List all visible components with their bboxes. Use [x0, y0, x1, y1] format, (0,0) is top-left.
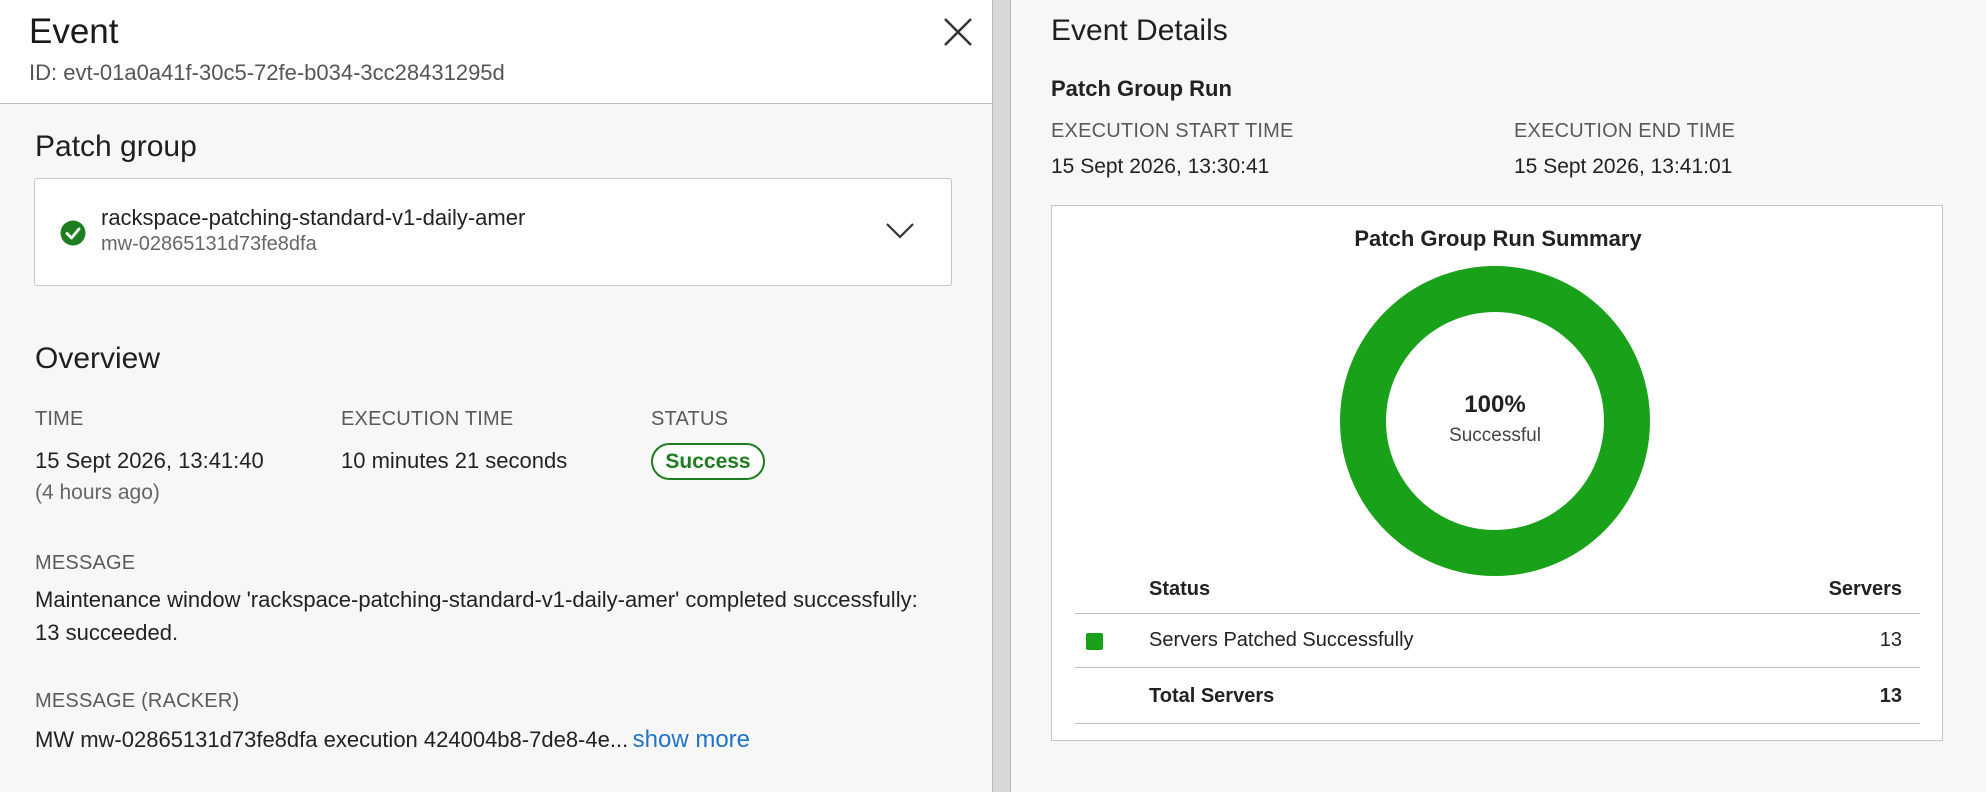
close-icon — [944, 18, 972, 46]
end-time-value: 15 Sept 2026, 13:41:01 — [1514, 155, 1733, 178]
row-status: Servers Patched Successfully — [1149, 629, 1414, 651]
racker-message: MW mw-02865131d73fe8dfa execution 424004… — [35, 726, 975, 754]
event-details-panel: Event Details Patch Group Run EXECUTION … — [1010, 0, 1986, 792]
show-more-link[interactable]: show more — [633, 726, 750, 753]
end-time-label: EXECUTION END TIME — [1514, 120, 1736, 142]
time-label: TIME — [35, 408, 84, 430]
message-label: MESSAGE — [35, 552, 136, 574]
time-relative: (4 hours ago) — [35, 481, 160, 504]
chevron-down-icon — [886, 223, 914, 239]
event-id: ID: evt-01a0a41f-30c5-72fe-b034-3cc28431… — [29, 60, 505, 85]
status-label: STATUS — [651, 408, 729, 430]
servers-column-header: Servers — [1828, 578, 1902, 600]
patch-group-run-title: Patch Group Run — [1051, 76, 1232, 101]
status-column-header: Status — [1149, 578, 1211, 600]
overview-title: Overview — [35, 342, 161, 375]
event-details-title: Event Details — [1051, 14, 1228, 47]
summary-table-header: Status Servers — [1075, 570, 1920, 614]
event-panel: Event ID: evt-01a0a41f-30c5-72fe-b034-3c… — [0, 0, 993, 792]
donut-chart — [1340, 266, 1650, 576]
summary-card: Patch Group Run Summary 100% Successful … — [1051, 205, 1943, 741]
event-title: Event — [29, 12, 119, 51]
table-row-total: Total Servers 13 — [1075, 668, 1920, 724]
donut-center-label: Successful — [1449, 425, 1541, 446]
legend-swatch — [1086, 633, 1103, 650]
time-value: 15 Sept 2026, 13:41:40 — [35, 448, 264, 473]
racker-message-label: MESSAGE (RACKER) — [35, 690, 240, 712]
execution-time-value: 10 minutes 21 seconds — [341, 448, 568, 473]
check-circle-icon — [60, 220, 86, 246]
status-badge: Success — [651, 443, 765, 480]
total-status: Total Servers — [1149, 685, 1275, 707]
message-value: Maintenance window 'rackspace-patching-s… — [35, 587, 918, 645]
patch-group-dropdown[interactable]: rackspace-patching-standard-v1-daily-ame… — [34, 178, 952, 286]
patch-group-title: Patch group — [35, 130, 197, 163]
donut-slice-0 — [1340, 266, 1650, 576]
racker-message-value: MW mw-02865131d73fe8dfa execution 424004… — [35, 727, 629, 752]
start-time-value: 15 Sept 2026, 13:30:41 — [1051, 155, 1270, 178]
table-row: Servers Patched Successfully 13 — [1075, 614, 1920, 668]
event-header: Event ID: evt-01a0a41f-30c5-72fe-b034-3c… — [0, 0, 992, 104]
patch-group-id: mw-02865131d73fe8dfa — [101, 233, 317, 255]
summary-title: Patch Group Run Summary — [1354, 226, 1642, 251]
execution-time-label: EXECUTION TIME — [341, 408, 514, 430]
patch-group-name: rackspace-patching-standard-v1-daily-ame… — [101, 205, 526, 230]
row-servers: 13 — [1879, 629, 1902, 651]
start-time-label: EXECUTION START TIME — [1051, 120, 1294, 142]
close-button[interactable] — [940, 14, 976, 50]
total-servers: 13 — [1879, 685, 1902, 707]
donut-center-value: 100% — [1464, 391, 1526, 418]
